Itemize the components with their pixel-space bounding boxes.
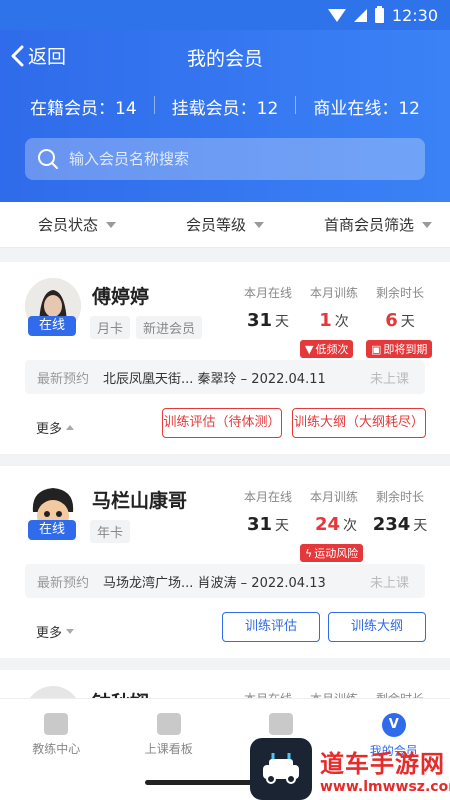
tag: 月卡 bbox=[90, 316, 131, 339]
status-bar: 12:30 bbox=[0, 0, 450, 30]
tag: 年卡 bbox=[90, 520, 131, 543]
members-icon: V bbox=[381, 713, 406, 737]
watermark-title: 道车手游网 bbox=[320, 749, 445, 778]
member-name: 马栏山康哥 bbox=[92, 490, 188, 512]
filter-bar: 会员状态 会员等级 首商会员筛选 bbox=[0, 202, 450, 248]
booking-status: 未上课 bbox=[369, 575, 409, 591]
warning-badge: ▼ 低频次 bbox=[300, 340, 354, 358]
metric-online-days: 31 天 bbox=[246, 514, 290, 535]
metric-remain: 234 天 bbox=[372, 514, 428, 535]
status-badge: 在线 bbox=[28, 316, 76, 336]
training-assessment-button[interactable]: 训练评估（待体测） bbox=[162, 408, 282, 438]
tag-list: 年卡 bbox=[90, 520, 131, 543]
tag: 新进会员 bbox=[136, 316, 203, 339]
warning-badge: ϟ 运动风险 bbox=[300, 544, 364, 562]
search-icon bbox=[38, 149, 58, 169]
latest-booking[interactable]: 最新预约 马场龙湾广场... 肖波涛 – 2022.04.13 未上课 bbox=[25, 564, 425, 598]
filter-member-status[interactable]: 会员状态 bbox=[38, 214, 117, 235]
chevron-down-icon bbox=[422, 221, 433, 228]
divider bbox=[153, 96, 155, 114]
checklist-icon bbox=[269, 713, 294, 735]
metric-label: 本月在线 bbox=[243, 286, 292, 300]
latest-booking[interactable]: 最新预约 北辰凤凰天街... 秦翠玲 – 2022.04.11 未上课 bbox=[25, 360, 425, 394]
booking-status: 未上课 bbox=[369, 371, 409, 387]
tab-coach-center[interactable]: 教练中心 bbox=[0, 699, 113, 800]
training-outline-button[interactable]: 训练大纲（大纲耗尽） bbox=[292, 408, 426, 438]
watermark: 道车手游网 www.lmwwsz.com bbox=[250, 738, 450, 800]
member-name: 傅婷婷 bbox=[92, 286, 150, 308]
arrow-down-icon: ▼ bbox=[305, 342, 314, 356]
more-toggle[interactable]: 更多 bbox=[36, 418, 75, 437]
signal-icon bbox=[353, 8, 367, 22]
stat-online: 商业在线：12 bbox=[313, 99, 420, 119]
watermark-url: www.lmwwsz.com bbox=[320, 778, 450, 795]
booking-info: 马场龙湾广场... 肖波涛 – 2022.04.13 bbox=[103, 575, 326, 591]
lightning-icon: ϟ bbox=[305, 546, 313, 560]
warning-badge: ▣ 即将到期 bbox=[366, 340, 433, 358]
filter-vip-member[interactable]: 首商会员筛选 bbox=[324, 214, 433, 235]
page-title: 我的会员 bbox=[186, 48, 263, 70]
board-icon bbox=[156, 713, 181, 735]
status-badge: 在线 bbox=[28, 520, 76, 540]
chevron-down-icon bbox=[254, 221, 265, 228]
booking-info: 北辰凤凰天街... 秦翠玲 – 2022.04.11 bbox=[103, 371, 326, 387]
watermark-logo bbox=[250, 738, 312, 800]
booking-label: 最新预约 bbox=[37, 575, 90, 591]
metric-remain: 6天 bbox=[385, 310, 415, 331]
status-time: 12:30 bbox=[391, 5, 438, 25]
metric-train-count: 1次 bbox=[319, 310, 349, 331]
metric-label: 本月训练 bbox=[309, 490, 358, 504]
battery-icon bbox=[374, 5, 384, 23]
metric-online-days: 31 天 bbox=[246, 310, 290, 331]
training-assessment-button[interactable]: 训练评估 bbox=[222, 612, 320, 642]
metric-label: 本月在线 bbox=[243, 490, 292, 504]
wifi-icon bbox=[327, 8, 346, 22]
member-card[interactable]: 在线 傅婷婷 月卡 新进会员 本月在线 本月训练 剩余时长 31 天 1次 6天 … bbox=[0, 262, 450, 454]
metric-label: 剩余时长 bbox=[375, 286, 424, 300]
search-bar[interactable] bbox=[25, 138, 425, 180]
metric-train-count: 24 次 bbox=[314, 514, 358, 535]
header: 返回 我的会员 在籍会员：14 挂载会员：12 商业在线：12 bbox=[0, 30, 450, 202]
chevron-down-icon bbox=[66, 629, 75, 634]
training-outline-button[interactable]: 训练大纲 bbox=[328, 612, 426, 642]
search-input[interactable] bbox=[69, 150, 425, 168]
more-toggle[interactable]: 更多 bbox=[36, 622, 75, 641]
metric-label: 本月训练 bbox=[309, 286, 358, 300]
chevron-up-icon bbox=[66, 425, 75, 430]
home-icon bbox=[44, 713, 69, 735]
chevron-down-icon bbox=[106, 221, 117, 228]
tag-list: 月卡 新进会员 bbox=[90, 316, 203, 339]
booking-label: 最新预约 bbox=[37, 371, 90, 387]
divider bbox=[295, 96, 297, 114]
member-card[interactable]: 在线 马栏山康哥 年卡 本月在线 本月训练 剩余时长 31 天 24 次 234 天 … bbox=[0, 466, 450, 658]
stats-row: 在籍会员：14 挂载会员：12 商业在线：12 bbox=[0, 94, 450, 119]
stat-mounted: 挂载会员：12 bbox=[171, 99, 279, 119]
metric-label: 剩余时长 bbox=[375, 490, 424, 504]
filter-member-level[interactable]: 会员等级 bbox=[186, 214, 265, 235]
alarm-icon: ▣ bbox=[371, 342, 382, 356]
stat-enrolled: 在籍会员：14 bbox=[30, 99, 137, 119]
